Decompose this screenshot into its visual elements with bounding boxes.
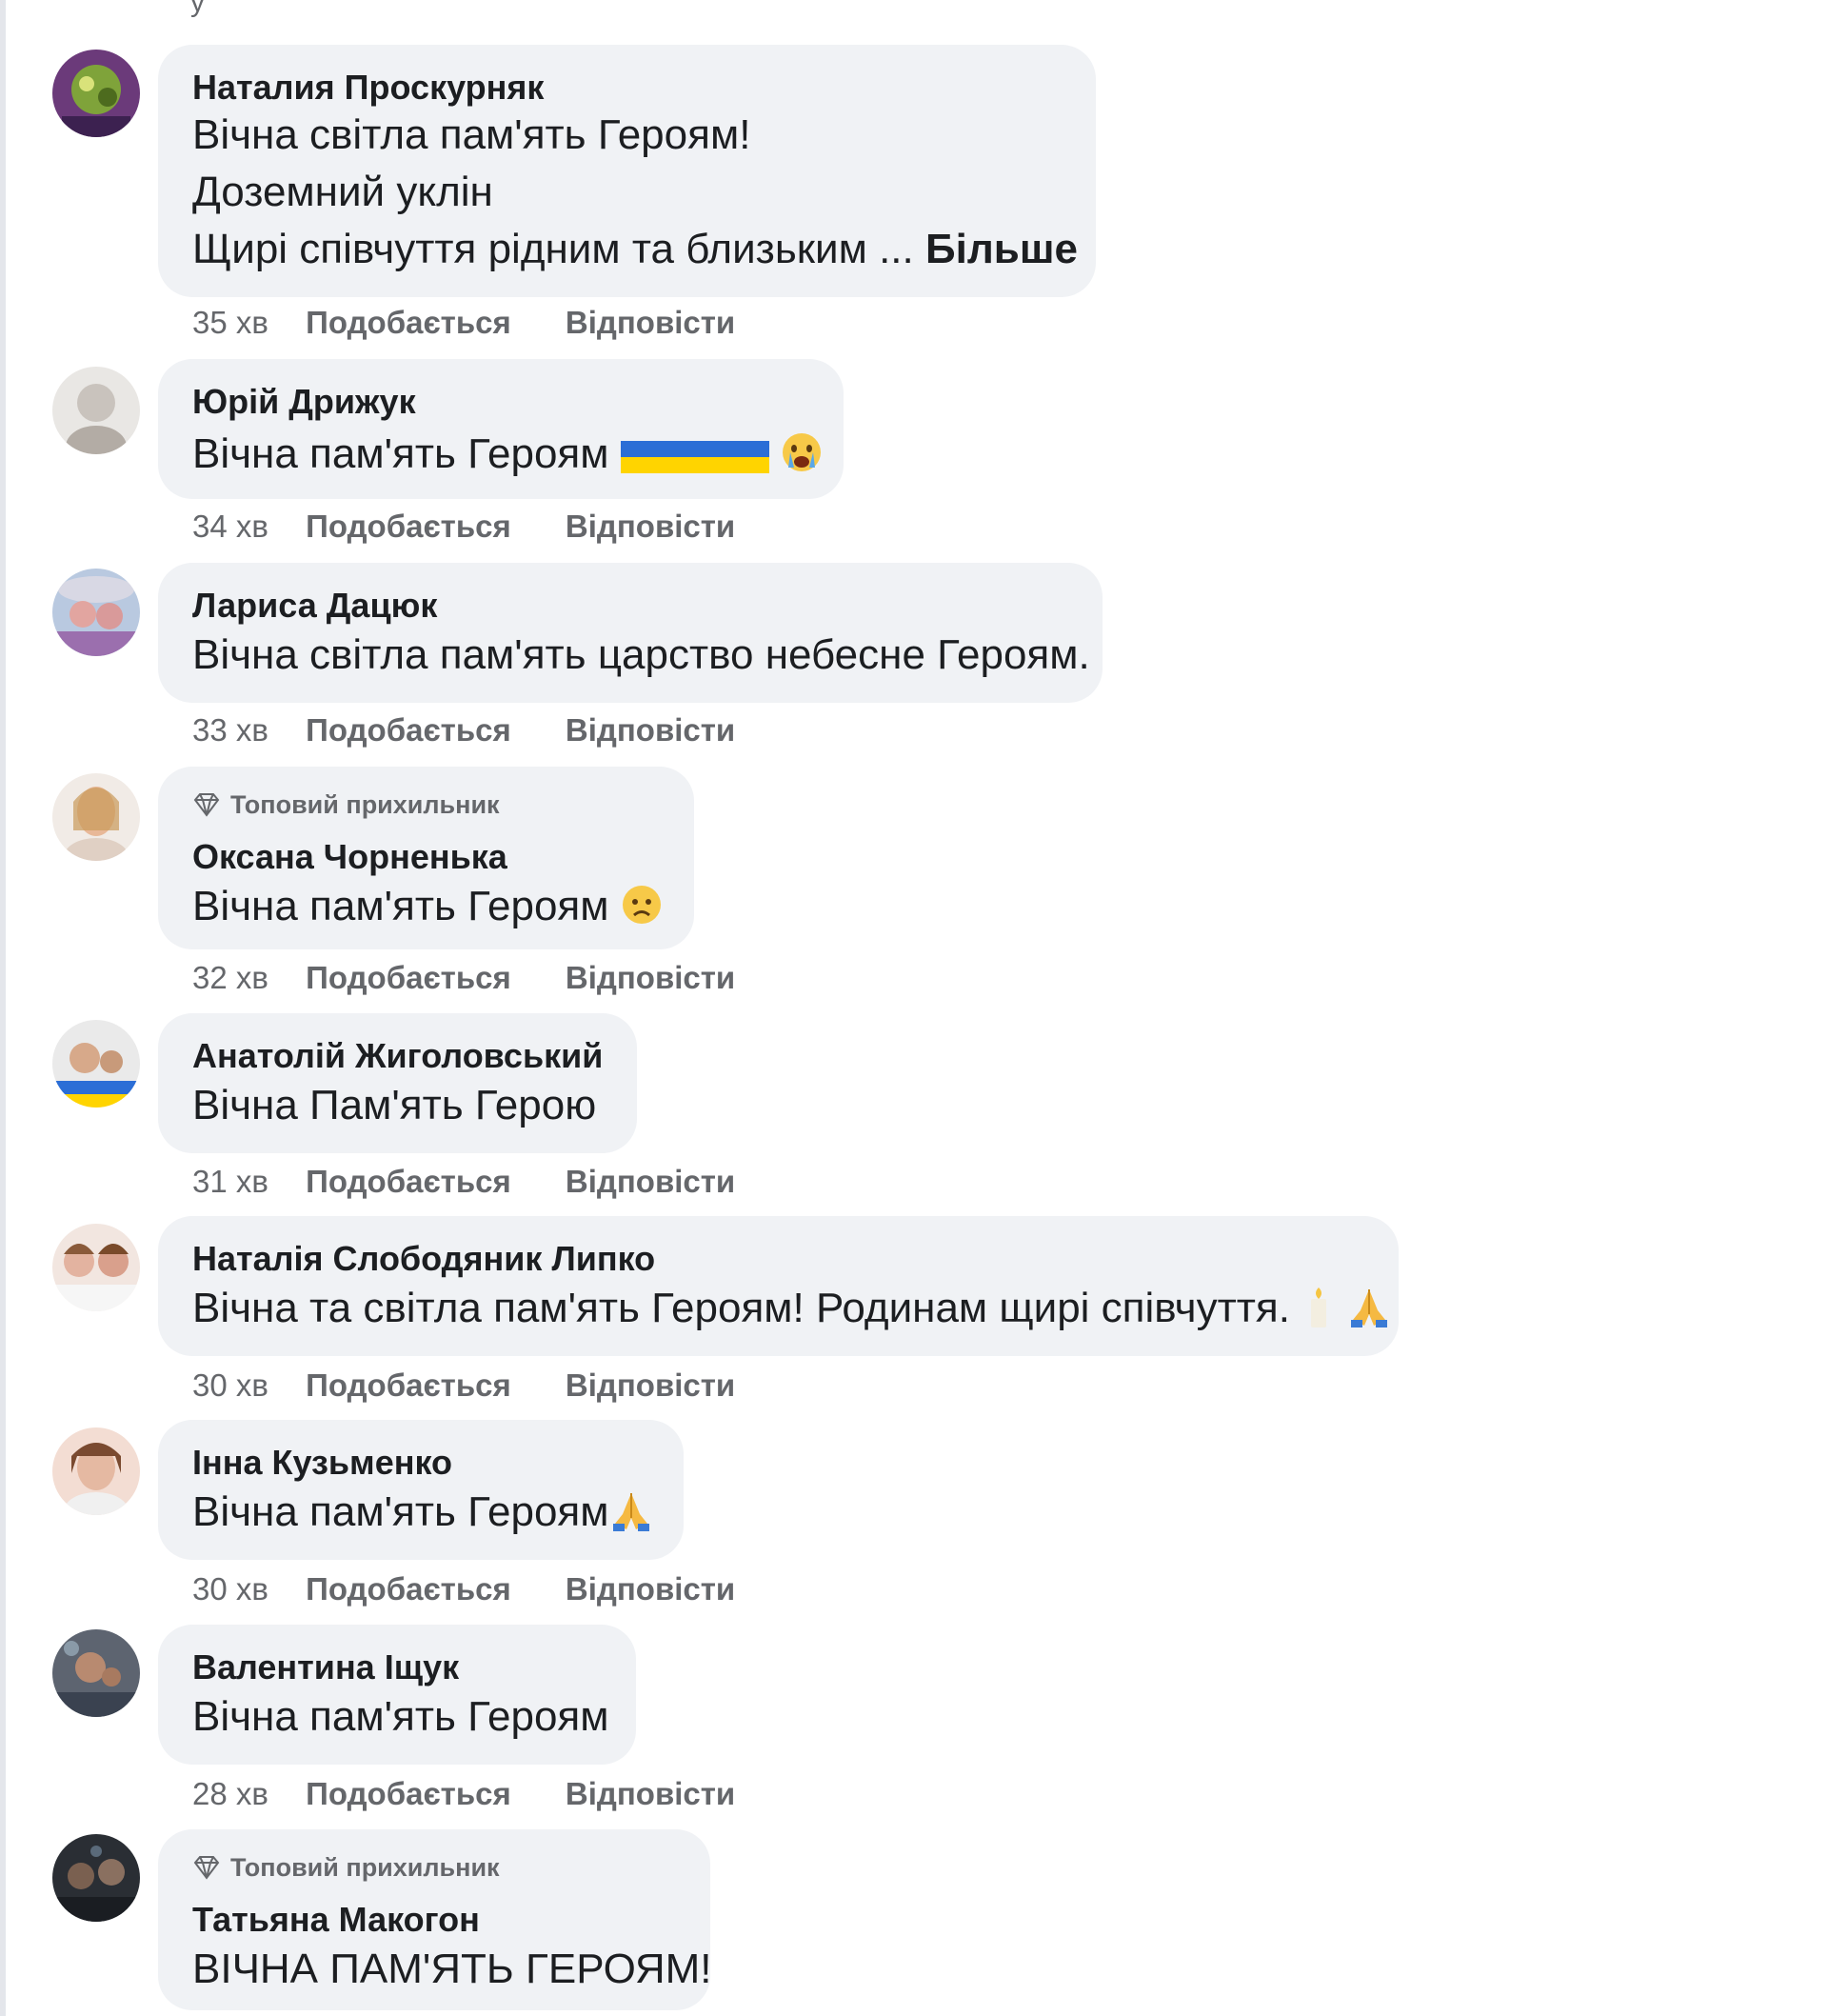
avatar[interactable] <box>52 1427 140 1515</box>
sad-face-icon <box>621 884 663 936</box>
avatar[interactable] <box>52 1224 140 1311</box>
praying-hands-icon <box>1347 1286 1391 1338</box>
reply-button[interactable]: Відповісти <box>566 1776 735 1811</box>
comment-actions: 31 хв Подобається Відповісти <box>192 1164 781 1200</box>
comment-author[interactable]: Інна Кузьменко <box>192 1443 452 1483</box>
like-button[interactable]: Подобається <box>306 1776 511 1811</box>
avatar[interactable] <box>52 367 140 454</box>
comment-timestamp[interactable]: 32 хв <box>192 960 297 996</box>
comment-timestamp[interactable]: 33 хв <box>192 712 297 749</box>
comment-bubble: Лариса Дацюк Вічна світла пам'ять царств… <box>158 563 1103 703</box>
top-fan-label: Топовий прихильник <box>230 790 500 819</box>
comment-author[interactable]: Наталия Проскурняк <box>192 68 544 108</box>
reply-button[interactable]: Відповісти <box>566 1367 735 1403</box>
comment-bubble: Юрій Дрижук Вічна пам'ять Героям <box>158 359 844 499</box>
comment-text-row: Вічна та світла пам'ять Героям! Родинам … <box>192 1285 1391 1338</box>
comment-author[interactable]: Лариса Дацюк <box>192 586 437 626</box>
avatar[interactable] <box>52 569 140 656</box>
reply-button[interactable]: Відповісти <box>566 712 735 748</box>
comment-timestamp[interactable]: 31 хв <box>192 1164 297 1200</box>
comment-author[interactable]: Анатолій Жиголовський <box>192 1036 603 1076</box>
reply-button[interactable]: Відповісти <box>566 305 735 340</box>
top-fan-badge: Топовий прихильник <box>192 1853 500 1883</box>
praying-hands-icon <box>609 1489 653 1542</box>
comment-actions: 33 хв Подобається Відповісти <box>192 712 781 749</box>
avatar[interactable] <box>52 50 140 137</box>
comment-bubble: Наталия Проскурняк Вічна світла пам'ять … <box>158 45 1096 297</box>
top-fan-label: Топовий прихильник <box>230 1853 500 1882</box>
comment-text: Вічна пам'ять Героям <box>192 1488 609 1535</box>
comment-bubble: Топовий прихильник Татьяна Макогон ВІЧНА… <box>158 1829 712 2010</box>
avatar[interactable] <box>52 1020 140 1108</box>
see-more-link[interactable]: Більше <box>925 226 1078 272</box>
reply-button[interactable]: Відповісти <box>566 1164 735 1199</box>
comment-text-row: Вічна пам'ять Героям <box>192 1488 653 1542</box>
diamond-icon <box>193 1856 220 1880</box>
comment-bubble: Валентина Іщук Вічна пам'ять Героям <box>158 1625 636 1765</box>
comment-author[interactable]: Юрій Дрижук <box>192 382 416 422</box>
comment-author[interactable]: Оксана Чорненька <box>192 837 507 877</box>
comment-timestamp[interactable]: 30 хв <box>192 1367 297 1404</box>
comment-actions: 32 хв Подобається Відповісти <box>192 960 781 996</box>
comment-text-truncated: Щирі співчуття рідним та близьким ... Бі… <box>192 226 1078 273</box>
comment-text-row: Вічна пам'ять Героям <box>192 430 823 484</box>
reply-button[interactable]: Відповісти <box>566 509 735 544</box>
comment-text-row: Вічна пам'ять Героям <box>192 883 663 936</box>
like-button[interactable]: Подобається <box>306 1164 511 1199</box>
comment-text: Вічна та світла пам'ять Героям! Родинам … <box>192 1285 1290 1331</box>
candle-icon <box>1301 1286 1336 1338</box>
avatar[interactable] <box>52 773 140 861</box>
comment-timestamp[interactable]: 28 хв <box>192 1776 297 1812</box>
cropped-text-fragment: у <box>190 0 205 18</box>
comment-timestamp[interactable]: 35 хв <box>192 305 297 341</box>
like-button[interactable]: Подобається <box>306 305 511 340</box>
comment-bubble: Інна Кузьменко Вічна пам'ять Героям <box>158 1420 684 1560</box>
comment-bubble: Топовий прихильник Оксана Чорненька Вічн… <box>158 767 694 949</box>
comment-actions: 30 хв Подобається Відповісти <box>192 1571 781 1607</box>
comment-actions: 28 хв Подобається Відповісти <box>192 1776 781 1812</box>
comment-text: Вічна світла пам'ять царство небесне Гер… <box>192 631 1090 678</box>
comment-author[interactable]: Валентина Іщук <box>192 1647 459 1687</box>
comment-text: Вічна світла пам'ять Героям! <box>192 111 751 158</box>
comment-actions: 34 хв Подобається Відповісти <box>192 509 781 545</box>
comment-timestamp[interactable]: 30 хв <box>192 1571 297 1607</box>
like-button[interactable]: Подобається <box>306 1367 511 1403</box>
comment-text: ВІЧНА ПАМ'ЯТЬ ГЕРОЯМ! <box>192 1946 712 1992</box>
comment-text: Вічна пам'ять Героям <box>192 430 609 477</box>
like-button[interactable]: Подобається <box>306 509 511 544</box>
comment-actions: 35 хв Подобається Відповісти <box>192 305 781 341</box>
ua-flag-icon <box>669 436 720 484</box>
comment-bubble: Анатолій Жиголовський Вічна Пам'ять Геро… <box>158 1013 637 1153</box>
reply-button[interactable]: Відповісти <box>566 1571 735 1607</box>
comment-text: Вічна пам'ять Героям <box>192 883 609 929</box>
comment-text: Доземний уклін <box>192 169 493 215</box>
comment-bubble: Наталія Слободяник Липко Вічна та світла… <box>158 1216 1399 1356</box>
crying-face-icon <box>781 431 823 484</box>
like-button[interactable]: Подобається <box>306 712 511 748</box>
like-button[interactable]: Подобається <box>306 960 511 995</box>
comment-text: Щирі співчуття рідним та близьким ... <box>192 226 914 272</box>
like-button[interactable]: Подобається <box>306 1571 511 1607</box>
top-fan-badge: Топовий прихильник <box>192 790 500 820</box>
comment-author[interactable]: Татьяна Макогон <box>192 1900 480 1940</box>
diamond-icon <box>193 793 220 817</box>
comment-author[interactable]: Наталія Слободяник Липко <box>192 1239 655 1279</box>
comment-actions: 30 хв Подобається Відповісти <box>192 1367 781 1404</box>
comment-timestamp[interactable]: 34 хв <box>192 509 297 545</box>
left-border <box>0 0 6 2016</box>
avatar[interactable] <box>52 1834 140 1922</box>
comment-text: Вічна пам'ять Героям <box>192 1693 609 1740</box>
ua-flag-icon <box>719 436 769 484</box>
comment-text: Вічна Пам'ять Герою <box>192 1082 597 1128</box>
ua-flag-icon <box>620 436 670 484</box>
reply-button[interactable]: Відповісти <box>566 960 735 995</box>
avatar[interactable] <box>52 1629 140 1717</box>
